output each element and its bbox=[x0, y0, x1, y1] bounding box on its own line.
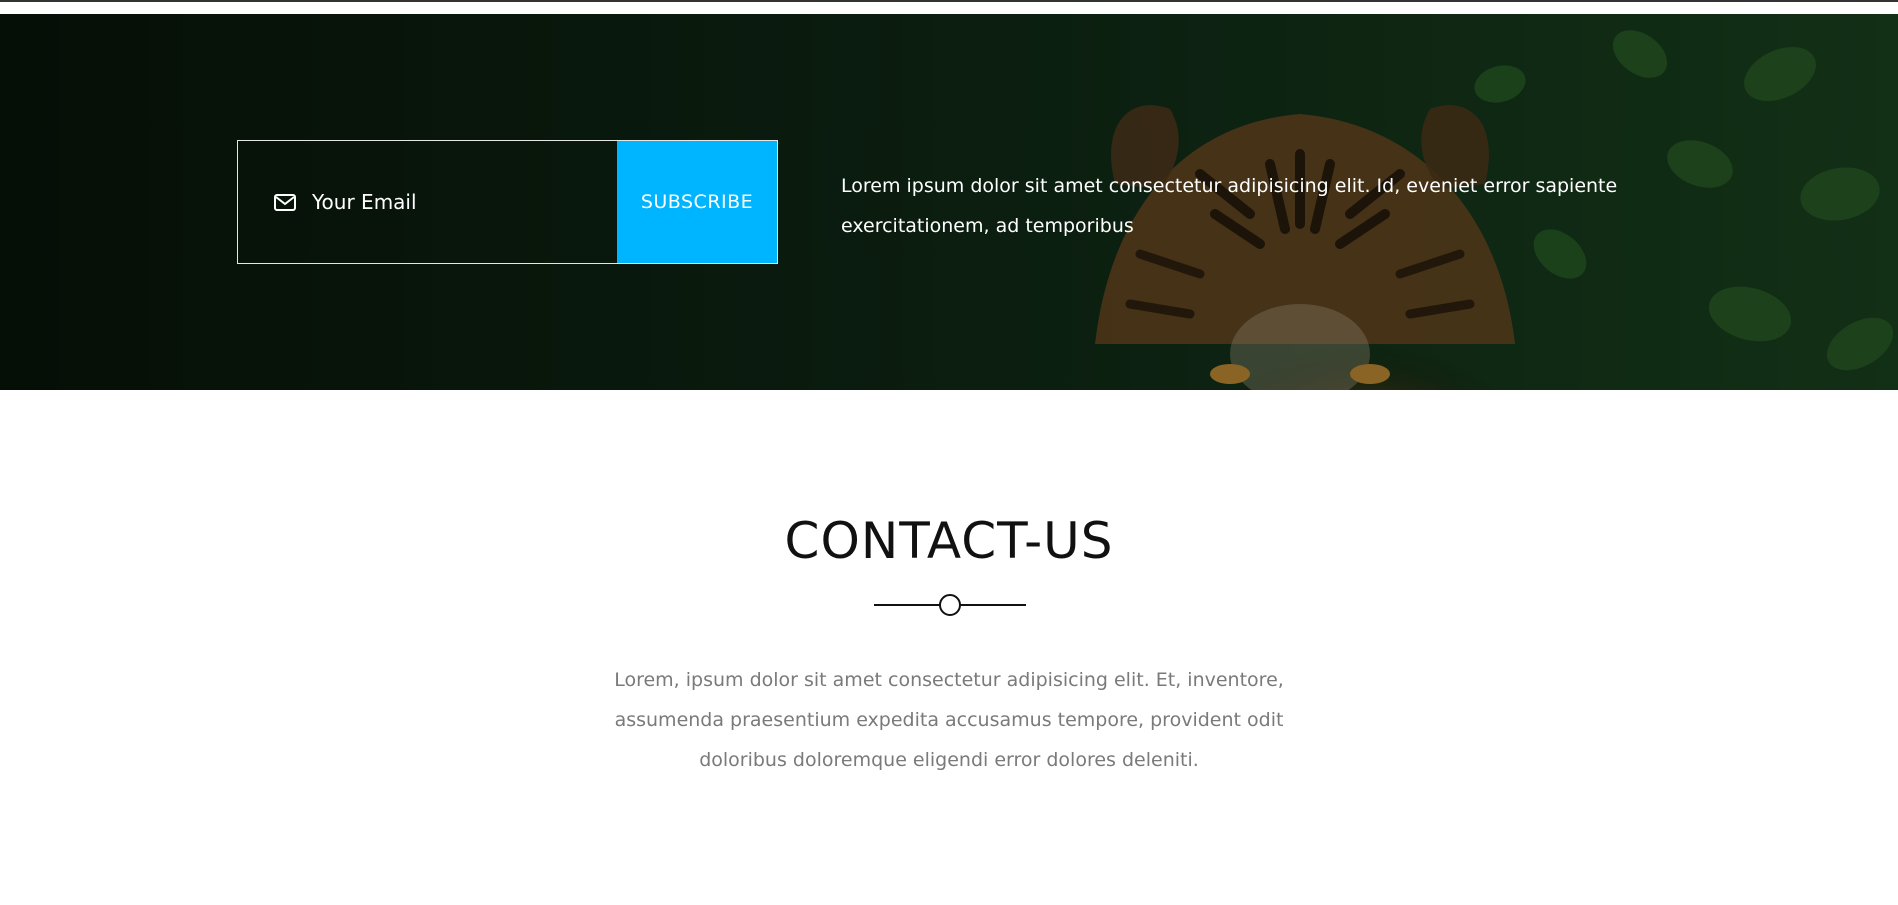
subscribe-form: SUBSCRIBE bbox=[237, 140, 778, 264]
contact-description: Lorem, ipsum dolor sit amet consectetur … bbox=[614, 669, 1284, 771]
subscribe-button[interactable]: SUBSCRIBE bbox=[617, 141, 777, 263]
email-field-wrapper[interactable] bbox=[238, 141, 617, 263]
envelope-icon bbox=[274, 193, 296, 211]
newsletter-description: Lorem ipsum dolor sit amet consectetur a… bbox=[841, 175, 1618, 237]
contact-section: CONTACT-US Lorem, ipsum dolor sit amet c… bbox=[0, 390, 1898, 905]
title-divider bbox=[874, 594, 1026, 616]
top-border bbox=[0, 0, 1898, 14]
contact-title: CONTACT-US bbox=[784, 512, 1114, 570]
email-input[interactable] bbox=[312, 190, 592, 214]
newsletter-banner: SUBSCRIBE Lorem ipsum dolor sit amet con… bbox=[0, 14, 1898, 390]
